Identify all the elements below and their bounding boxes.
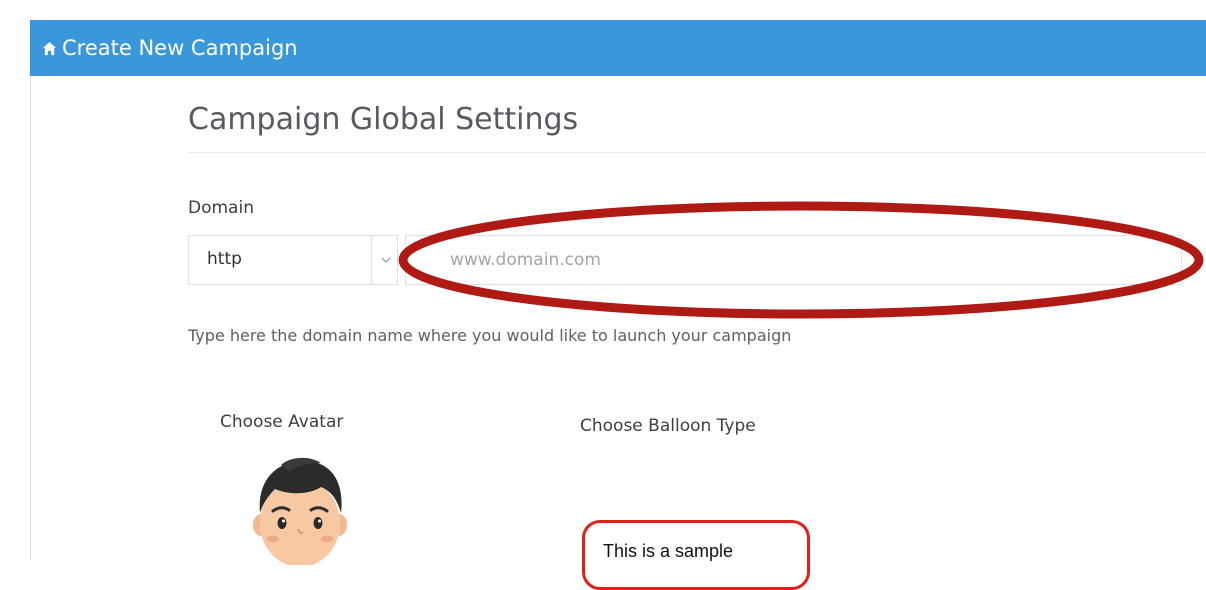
choose-avatar-label: Choose Avatar (220, 412, 344, 432)
section-divider (188, 152, 1206, 153)
choose-balloon-label: Choose Balloon Type (580, 416, 756, 436)
avatar-option[interactable] (245, 455, 355, 569)
domain-input[interactable] (405, 235, 1182, 285)
app-window: Create New Campaign Campaign Global Sett… (0, 0, 1206, 590)
page-title: Create New Campaign (62, 36, 298, 60)
avatar-icon (253, 457, 347, 567)
domain-label: Domain (188, 198, 254, 218)
panel-left-border (30, 76, 31, 560)
domain-help-text: Type here the domain name where you woul… (188, 326, 792, 345)
select-divider (371, 236, 372, 284)
protocol-select[interactable]: http (188, 235, 398, 285)
panel-header: Create New Campaign (30, 20, 1206, 76)
section-title: Campaign Global Settings (188, 102, 579, 137)
protocol-select-value: http (207, 249, 242, 269)
balloon-sample-text: This is a sample (603, 541, 734, 561)
chevron-down-icon[interactable] (380, 250, 392, 274)
balloon-type-option[interactable]: This is a sample (582, 520, 810, 590)
home-icon (40, 39, 58, 57)
